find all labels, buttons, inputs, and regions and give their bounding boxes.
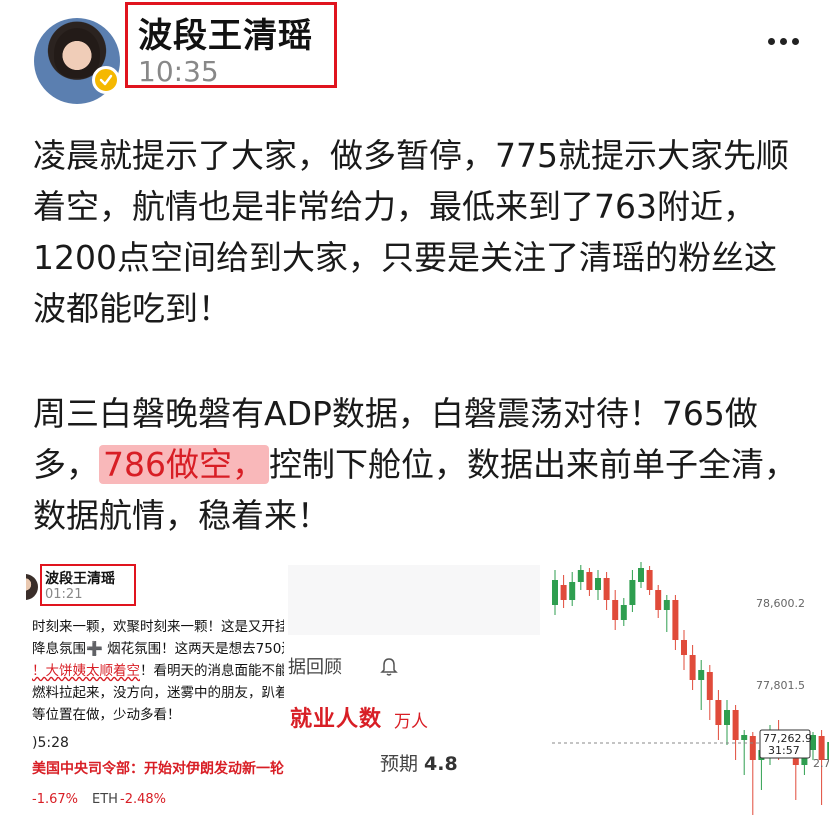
candle-body — [681, 640, 687, 655]
verified-badge-icon — [92, 66, 120, 94]
mini-line-4: 燃料拉起来，没方向，迷雾中的朋友，趴着 — [32, 685, 284, 701]
forecast-value: 4.8 — [424, 753, 458, 775]
ticker-change-eth: -2.48% — [120, 792, 166, 807]
mini-line-2: 降息氛围➕ 烟花氛围！这两天是想去750还 — [32, 641, 284, 657]
price-label-low: 2.7 — [813, 757, 829, 770]
post-image-3[interactable]: 78,600.2 77,801.5 77,262.9 31:57 2.7 — [544, 560, 829, 819]
post-time: 10:35 — [138, 55, 219, 88]
price-label-high: 78,600.2 — [756, 597, 805, 610]
candle-body — [672, 600, 679, 640]
bell-icon[interactable] — [380, 657, 398, 677]
news-time: )5:28 — [32, 735, 69, 751]
candle-body — [724, 710, 730, 725]
ticker-name-eth: ETH — [92, 792, 118, 807]
candle-body — [689, 655, 696, 680]
data-review-tab[interactable]: 据回顾 — [288, 653, 342, 679]
countdown-label: 31:57 — [768, 744, 800, 757]
post-image-2[interactable]: 据回顾 就业人数 万人 预期 4.8 — [288, 565, 540, 819]
mini-line-3: ！大饼姨太顺着空！看明天的消息面能不能 — [32, 662, 284, 680]
candle-body — [706, 672, 713, 700]
mini-line-1: 时刻来一颗，欢聚时刻来一颗！这是又开挂 — [32, 619, 284, 635]
mini-post-time: 01:21 — [45, 587, 83, 602]
candle-body — [620, 605, 627, 620]
candle-body — [560, 585, 567, 600]
candle-body — [741, 735, 748, 740]
candle-body — [595, 578, 601, 590]
ticker-change-1: -1.67% — [32, 792, 78, 807]
mini-author-name: 波段王清瑶 — [45, 571, 115, 587]
indicator-unit: 万人 — [394, 712, 428, 732]
post-image-1[interactable]: 波段王清瑶 01:21 时刻来一颗，欢聚时刻来一颗！这是又开挂 降息氛围➕ 烟花… — [26, 560, 284, 819]
candle-body — [663, 600, 670, 610]
candle-body — [612, 600, 619, 620]
candle-body — [603, 578, 610, 600]
post-paragraph-2: 周三白磐晚磐有ADP数据，白磐震荡对待！765做多， 786做空， 控制下舱位，数据… — [33, 388, 803, 541]
indicator-title: 就业人数 — [290, 707, 383, 732]
mini-line-3-rest: ！看明天的消息面能不能 — [140, 663, 284, 679]
forecast-row: 预期 4.8 — [380, 749, 458, 776]
mini-line-3-highlight: ！大饼姨太顺着空 — [32, 663, 140, 679]
card-header-area — [288, 565, 540, 635]
candle-body — [749, 736, 756, 760]
candle-body — [715, 700, 722, 725]
news-headline: 美国中央司令部：开始对伊朗发动新一轮打击 — [32, 761, 284, 777]
candle-body — [569, 582, 576, 600]
candle-body — [577, 570, 584, 582]
candle-body — [552, 580, 558, 605]
p2-highlight: 786做空， — [99, 445, 269, 484]
candlestick-chart: 78,600.2 77,801.5 77,262.9 31:57 2.7 — [552, 562, 829, 815]
post-paragraph-1: 凌晨就提示了大家，做多暂停，775就提示大家先顺着空，航情也是非常给力，最低来到… — [33, 136, 789, 328]
candle-body — [732, 710, 739, 740]
candle-body — [698, 670, 705, 680]
more-options-icon[interactable] — [768, 38, 799, 45]
mini-avatar — [26, 574, 38, 600]
candle-body — [638, 568, 644, 582]
avatar-face — [54, 28, 100, 78]
price-label-mid: 77,801.5 — [756, 679, 805, 692]
mini-line-5: 等位置在做，少动多看！ — [32, 707, 181, 723]
author-name[interactable]: 波段王清瑶 — [138, 8, 313, 57]
candle-body — [655, 590, 662, 610]
forecast-label: 预期 — [380, 753, 419, 775]
candle-body — [629, 580, 636, 605]
candle-body — [586, 572, 593, 590]
candle-body — [646, 570, 653, 590]
